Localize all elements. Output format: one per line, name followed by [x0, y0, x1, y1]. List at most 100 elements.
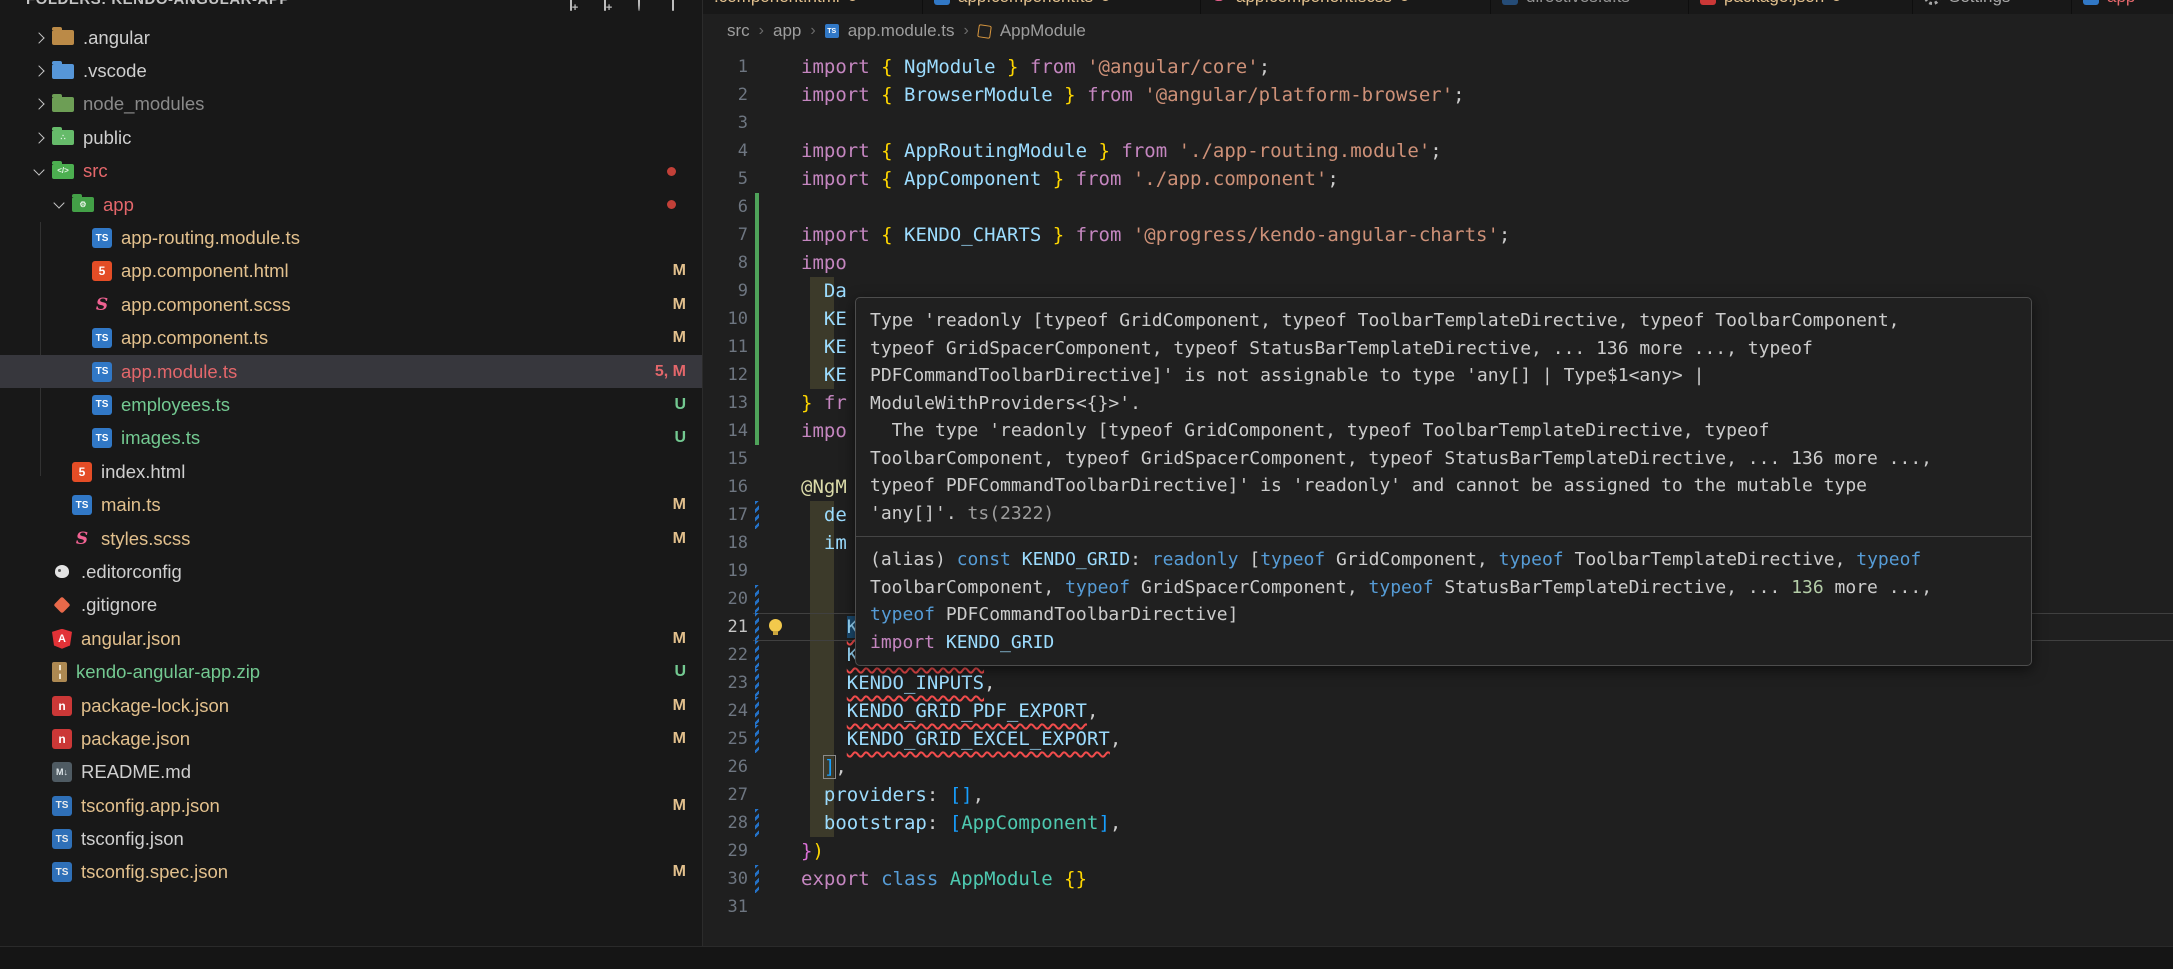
angular-icon: A: [52, 629, 72, 649]
hover-line: 'any[]'. ts(2322): [870, 500, 2017, 528]
code-line-2[interactable]: 2import { BrowserModule } from '@angular…: [703, 81, 2173, 109]
dirty-dot-icon[interactable]: [1400, 0, 1409, 1]
code-token: ;: [1453, 84, 1464, 106]
ts-icon: TS: [825, 24, 839, 38]
code-line-29[interactable]: 29}): [703, 837, 2173, 865]
dirty-dot-icon[interactable]: [1101, 0, 1110, 1]
tree-item-label: angular.json: [81, 628, 181, 650]
code-line-26[interactable]: 26 ],: [703, 753, 2173, 781]
tree-item-main.ts[interactable]: TSmain.tsM: [0, 488, 702, 521]
tree-item-tsconfig.app.json[interactable]: TStsconfig.app.jsonM: [0, 789, 702, 822]
code-token: ,: [1110, 812, 1121, 834]
code-line-27[interactable]: 27 providers: [],: [703, 781, 2173, 809]
code-token: [870, 140, 881, 162]
tree-item-kendo-angular-app.zip[interactable]: kendo-angular-app.zipU: [0, 655, 702, 688]
tree-item-styles.scss[interactable]: Sstyles.scssM: [0, 522, 702, 555]
tree-item-.editorconfig[interactable]: .editorconfig: [0, 555, 702, 588]
new-file-icon[interactable]: [570, 0, 586, 9]
code-line-6[interactable]: 6: [703, 193, 2173, 221]
chevron-right-icon[interactable]: [33, 132, 44, 143]
tree-item-package-lock.json[interactable]: npackage-lock.jsonM: [0, 689, 702, 722]
tree-item-app.component.scss[interactable]: Sapp.component.scssM: [0, 288, 702, 321]
tab-app.component.ts[interactable]: TSapp.component.ts: [922, 0, 1200, 14]
code-line-8[interactable]: 8impo: [703, 249, 2173, 277]
tab-app[interactable]: TSapp: [2071, 0, 2173, 14]
tree-item-angular.json[interactable]: Aangular.jsonM: [0, 622, 702, 655]
ts-icon: TS: [72, 495, 92, 515]
collapse-folders-icon[interactable]: [672, 0, 688, 9]
code-token: KENDO_GRID: [1022, 549, 1130, 570]
chevron-right-icon[interactable]: [33, 99, 44, 110]
tab-app.component.scss[interactable]: Sapp.component.scss: [1200, 0, 1490, 14]
tree-item-src[interactable]: </>src: [0, 155, 702, 188]
tree-item-app.component.ts[interactable]: TSapp.component.tsM: [0, 322, 702, 355]
line-number: 18: [703, 529, 748, 557]
code-line-3[interactable]: 3: [703, 109, 2173, 137]
breadcrumb-item-app[interactable]: app: [773, 21, 801, 41]
tab-Settings[interactable]: Settings: [1912, 0, 2071, 14]
chevron-right-icon[interactable]: [33, 32, 44, 43]
chevron-right-icon[interactable]: [33, 65, 44, 76]
tree-item-tsconfig.json[interactable]: TStsconfig.json: [0, 822, 702, 855]
gear-icon: [1924, 0, 1941, 5]
tab-package.json[interactable]: npackage.json: [1688, 0, 1912, 14]
code-token: [1064, 224, 1075, 246]
code-editor[interactable]: 1import { NgModule } from '@angular/core…: [703, 48, 2173, 969]
code-line-31[interactable]: 31: [703, 893, 2173, 921]
git-status-badge: 5, M: [655, 363, 702, 381]
breadcrumb-item-src[interactable]: src: [727, 21, 750, 41]
code-token: import: [801, 168, 870, 190]
tree-item-node_modules[interactable]: node_modules: [0, 88, 702, 121]
tab-.component.html[interactable]: .component.html: [703, 0, 922, 14]
tree-item-.angular[interactable]: .angular: [0, 21, 702, 54]
vscode-window: FOLDERS: KENDO-ANGULAR-APP .angular.vsco…: [0, 0, 2173, 969]
tree-item-public[interactable]: ∴public: [0, 121, 702, 154]
code-token: ts(2322): [968, 503, 1055, 524]
tree-item-employees.ts[interactable]: TSemployees.tsU: [0, 388, 702, 421]
code-line-1[interactable]: 1import { NgModule } from '@angular/core…: [703, 53, 2173, 81]
code-line-30[interactable]: 30export class AppModule {}: [703, 865, 2173, 893]
code-line-4[interactable]: 4import { AppRoutingModule } from './app…: [703, 137, 2173, 165]
breadcrumb-item-app.module.ts[interactable]: app.module.ts: [848, 21, 955, 41]
tree-item-.gitignore[interactable]: .gitignore: [0, 589, 702, 622]
chevron-down-icon[interactable]: [33, 164, 44, 175]
code-token: ]: [1098, 812, 1109, 834]
dirty-dot-icon[interactable]: [1832, 0, 1841, 1]
code-line-5[interactable]: 5import { AppComponent } from './app.com…: [703, 165, 2173, 193]
code-line-28[interactable]: 28 bootstrap: [AppComponent],: [703, 809, 2173, 837]
tab-directives.d.ts[interactable]: TSdirectives.d.ts: [1490, 0, 1688, 14]
code-line-24[interactable]: 24 KENDO_GRID_PDF_EXPORT,: [703, 697, 2173, 725]
code-token: :: [1130, 549, 1152, 570]
tree-item-app-routing.module.ts[interactable]: TSapp-routing.module.ts: [0, 221, 702, 254]
tree-item-.vscode[interactable]: .vscode: [0, 54, 702, 87]
tree-item-index.html[interactable]: 5index.html: [0, 455, 702, 488]
tree-item-label: tsconfig.app.json: [81, 795, 220, 817]
code-token: {: [881, 140, 892, 162]
refresh-explorer-icon[interactable]: [638, 0, 654, 9]
code-token: from: [1087, 84, 1133, 106]
code-line-7[interactable]: 7import { KENDO_CHARTS } from '@progress…: [703, 221, 2173, 249]
breadcrumb-item-AppModule[interactable]: AppModule: [1000, 21, 1086, 41]
code-line-23[interactable]: 23 KENDO_INPUTS,: [703, 669, 2173, 697]
tree-item-README.md[interactable]: M↓README.md: [0, 756, 702, 789]
code-token: from: [1076, 224, 1122, 246]
new-folder-icon[interactable]: [604, 0, 620, 9]
code-token: bootstrap: [824, 812, 927, 834]
chevron-down-icon[interactable]: [53, 197, 64, 208]
dirty-dot-icon[interactable]: [848, 0, 857, 1]
symbol-class-icon: [977, 24, 992, 39]
git-status-badge: M: [673, 863, 702, 881]
code-token: [870, 56, 881, 78]
tree-item-app.component.html[interactable]: 5app.component.htmlM: [0, 255, 702, 288]
tree-item-tsconfig.spec.json[interactable]: TStsconfig.spec.jsonM: [0, 856, 702, 889]
lightbulb-icon[interactable]: [769, 619, 782, 632]
tree-item-app[interactable]: ⚙app: [0, 188, 702, 221]
tree-item-app.module.ts[interactable]: TSapp.module.ts5, M: [0, 355, 702, 388]
code-token: ,: [835, 756, 846, 778]
code-token: [801, 812, 824, 834]
code-token: {: [881, 168, 892, 190]
tree-item-images.ts[interactable]: TSimages.tsU: [0, 422, 702, 455]
code-line-25[interactable]: 25 KENDO_GRID_EXCEL_EXPORT,: [703, 725, 2173, 753]
code-token: [1076, 84, 1087, 106]
tree-item-package.json[interactable]: npackage.jsonM: [0, 722, 702, 755]
